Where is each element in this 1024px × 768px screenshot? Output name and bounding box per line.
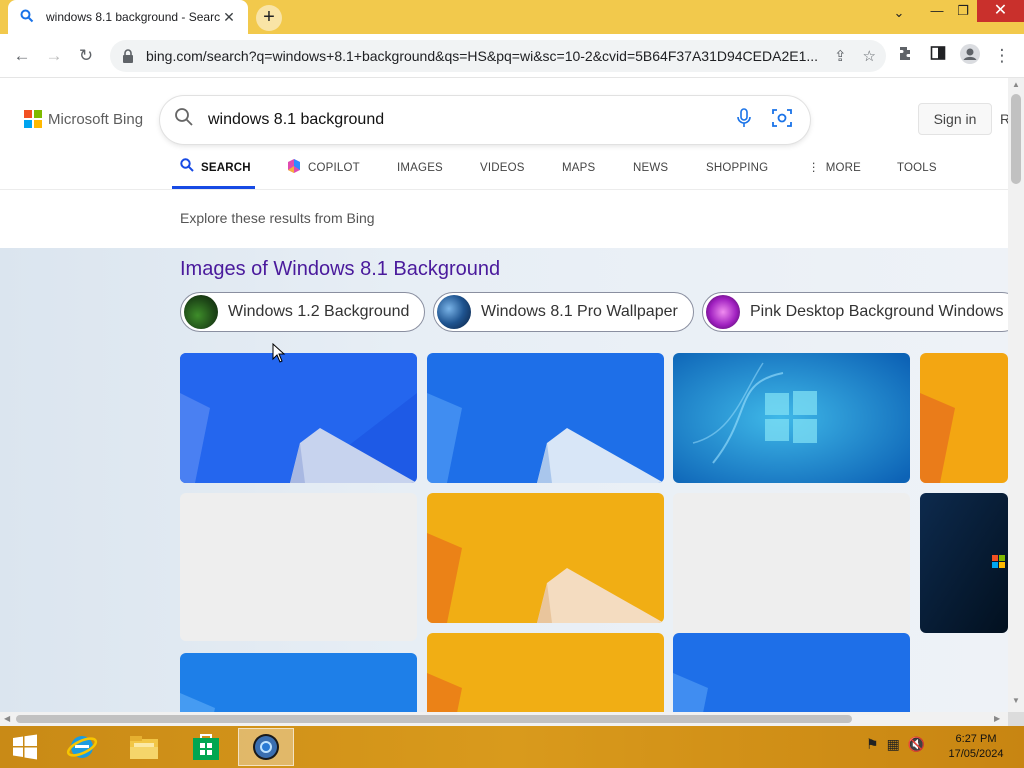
- more-vertical-icon: ⋮: [808, 162, 820, 174]
- suggestion-label: Pink Desktop Background Windows: [750, 303, 1004, 320]
- taskbar-clock[interactable]: 6:27 PM 17/05/2024: [946, 732, 1006, 762]
- start-button[interactable]: [0, 728, 50, 766]
- image-result[interactable]: [180, 353, 417, 483]
- browser-tab[interactable]: windows 8.1 background - Search ✕: [8, 0, 248, 34]
- search-favicon-icon: [20, 9, 36, 25]
- suggestion-thumbnail: [706, 295, 740, 329]
- suggestion-pill[interactable]: Pink Desktop Background Windows: [702, 292, 1008, 332]
- screen: windows 8.1 background - Search ✕ + ⌄ — …: [0, 0, 1024, 768]
- share-icon[interactable]: ⇪: [834, 47, 847, 65]
- profile-avatar-icon[interactable]: [958, 44, 982, 68]
- image-result[interactable]: [673, 633, 910, 712]
- address-bar[interactable]: bing.com/search?q=windows+8.1+background…: [110, 40, 886, 72]
- clock-time: 6:27 PM: [955, 733, 997, 745]
- file-explorer-icon[interactable]: [116, 728, 172, 766]
- explore-text: Explore these results from Bing: [180, 210, 375, 226]
- tab-search[interactable]: SEARCH: [180, 158, 251, 188]
- logo-text: Microsoft Bing: [48, 110, 144, 128]
- windows-taskbar: ⚑ ▦ 🔇 6:27 PM 17/05/2024: [0, 726, 1024, 768]
- image-result[interactable]: [180, 653, 417, 712]
- image-result[interactable]: [427, 633, 664, 712]
- close-window-button[interactable]: ✕: [977, 0, 1024, 22]
- tab-images[interactable]: IMAGES: [397, 158, 443, 188]
- new-tab-button[interactable]: +: [256, 5, 282, 31]
- reload-icon[interactable]: ↻: [74, 44, 98, 68]
- url-text: bing.com/search?q=windows+8.1+background…: [146, 48, 819, 64]
- suggestion-pill[interactable]: Windows 8.1 Pro Wallpaper: [433, 292, 694, 332]
- rewards-label[interactable]: R: [1000, 111, 1008, 127]
- tab-maps[interactable]: MAPS: [562, 158, 595, 188]
- internet-explorer-icon[interactable]: [54, 728, 110, 766]
- bing-logo[interactable]: Microsoft Bing: [24, 110, 143, 128]
- clock-date: 17/05/2024: [948, 748, 1004, 760]
- suggestion-pill[interactable]: Windows 1.2 Background: [180, 292, 425, 332]
- image-result[interactable]: [673, 353, 910, 483]
- image-placeholder[interactable]: [673, 493, 910, 641]
- images-answer: Images of Windows 8.1 Background Windows…: [0, 248, 1008, 712]
- volume-muted-icon[interactable]: 🔇: [908, 736, 925, 753]
- scroll-right-icon[interactable]: ▶: [994, 712, 1000, 726]
- scroll-down-icon[interactable]: ▼: [1008, 696, 1024, 705]
- scrollbar-corner: [1008, 712, 1024, 726]
- browser-tab-strip: windows 8.1 background - Search ✕ + ⌄ — …: [0, 0, 1024, 34]
- scroll-left-icon[interactable]: ◀: [4, 712, 10, 726]
- search-icon: [180, 158, 194, 179]
- tab-title: windows 8.1 background - Search: [46, 10, 220, 24]
- vertical-scrollbar[interactable]: ▲ ▼: [1008, 78, 1024, 712]
- microsoft-logo-icon: [24, 110, 42, 128]
- action-center-flag-icon[interactable]: ⚑: [866, 736, 879, 753]
- copilot-icon: [286, 158, 302, 181]
- back-arrow-icon[interactable]: ←: [10, 44, 34, 68]
- store-icon[interactable]: [178, 728, 234, 766]
- browser-toolbar: ← → ↻ bing.com/search?q=windows+8.1+back…: [0, 34, 1024, 78]
- horizontal-scrollbar[interactable]: ◀ ▶: [0, 712, 1008, 726]
- tab-copilot[interactable]: COPILOT: [286, 158, 360, 188]
- image-result[interactable]: [427, 353, 664, 483]
- tab-news[interactable]: NEWS: [633, 158, 668, 188]
- divider: [0, 189, 1008, 190]
- bookmark-star-icon[interactable]: ☆: [863, 47, 876, 65]
- sign-in-button[interactable]: Sign in: [918, 103, 992, 135]
- visual-search-icon[interactable]: [772, 108, 792, 133]
- lock-icon[interactable]: [122, 49, 136, 63]
- forward-arrow-icon[interactable]: →: [42, 44, 66, 68]
- scroll-up-icon[interactable]: ▲: [1008, 80, 1024, 89]
- chrome-icon[interactable]: [238, 728, 294, 766]
- suggestion-label: Windows 8.1 Pro Wallpaper: [481, 303, 678, 320]
- search-icon: [174, 107, 194, 133]
- image-placeholder[interactable]: [180, 493, 417, 641]
- browser-menu-icon[interactable]: ⋮: [990, 44, 1014, 68]
- side-panel-icon[interactable]: [926, 44, 950, 68]
- tab-more[interactable]: ⋮ MORE: [808, 158, 861, 188]
- extensions-icon[interactable]: [894, 44, 918, 68]
- web-page: Microsoft Bing windows 8.1 background Si…: [0, 78, 1008, 712]
- tab-close-icon[interactable]: ✕: [220, 8, 238, 26]
- suggestion-thumbnail: [437, 295, 471, 329]
- image-result[interactable]: [920, 353, 1008, 483]
- suggestion-label: Windows 1.2 Background: [228, 303, 410, 320]
- restore-button[interactable]: ❐: [948, 0, 978, 22]
- search-scopes-nav: SEARCH COPILOT IMAGES VIDEOS MAPS NEWS S…: [172, 158, 1008, 190]
- tab-tools[interactable]: TOOLS: [897, 158, 937, 188]
- mouse-cursor-icon: [272, 342, 286, 368]
- system-tray: ⚑ ▦ 🔇: [866, 736, 925, 753]
- scrollbar-thumb[interactable]: [1011, 94, 1021, 184]
- suggestion-thumbnail: [184, 295, 218, 329]
- image-result[interactable]: [427, 493, 664, 623]
- search-input[interactable]: windows 8.1 background: [208, 111, 736, 129]
- search-box[interactable]: windows 8.1 background: [160, 96, 810, 144]
- images-section-title[interactable]: Images of Windows 8.1 Background: [180, 258, 500, 281]
- tab-search-chevron-icon[interactable]: ⌄: [884, 2, 914, 24]
- image-result[interactable]: [920, 493, 1008, 633]
- tab-shopping[interactable]: SHOPPING: [706, 158, 768, 188]
- network-icon[interactable]: ▦: [887, 736, 900, 753]
- microphone-icon[interactable]: [736, 107, 752, 133]
- scrollbar-thumb[interactable]: [16, 715, 852, 723]
- tab-videos[interactable]: VIDEOS: [480, 158, 525, 188]
